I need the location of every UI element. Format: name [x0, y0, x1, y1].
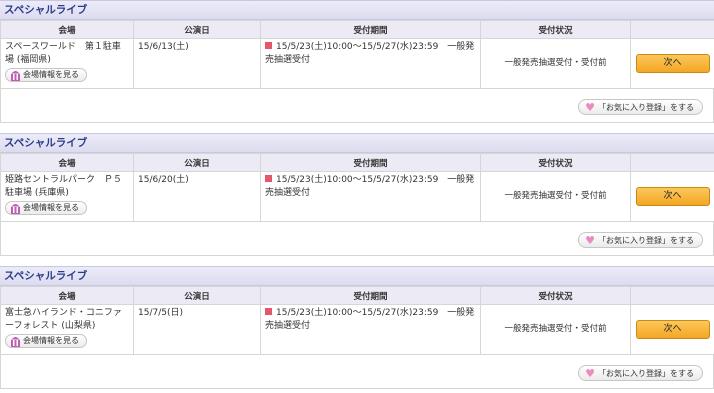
event-table: 会場 公演日 受付期間 受付状況 スペースワールド 第１駐車場 (福岡県) 会場… — [0, 20, 714, 89]
event-block: スペシャルライブ 会場 公演日 受付期間 受付状況 富士急ハイランド・コニファー… — [0, 266, 714, 389]
favorite-button[interactable]: ♥ 「お気に入り登録」をする — [578, 99, 703, 115]
header-status: 受付状況 — [480, 20, 631, 39]
date-cell: 15/7/5(日) — [133, 304, 261, 355]
heart-icon: ♥ — [585, 100, 595, 114]
date-cell: 15/6/13(土) — [133, 38, 261, 89]
header-period: 受付期間 — [260, 286, 481, 305]
section-title: スペシャルライブ — [0, 0, 714, 20]
favorite-label: 「お気に入り登録」をする — [598, 102, 694, 112]
favorite-button[interactable]: ♥ 「お気に入り登録」をする — [578, 232, 703, 248]
favorite-button[interactable]: ♥ 「お気に入り登録」をする — [578, 365, 703, 381]
heart-icon: ♥ — [585, 233, 595, 247]
building-icon — [11, 204, 20, 214]
status-cell: 一般発売抽選受付・受付前 — [480, 38, 631, 89]
period-text: 15/5/23(土)10:00〜15/5/27(水)23:59 一般発売抽選受付 — [265, 175, 475, 198]
event-table: 会場 公演日 受付期間 受付状況 姫路セントラルパーク Ｐ５駐車場 (兵庫県) … — [0, 153, 714, 222]
venue-cell: スペースワールド 第１駐車場 (福岡県) 会場情報を見る — [0, 38, 134, 89]
event-table: 会場 公演日 受付期間 受付状況 富士急ハイランド・コニファーフォレスト (山梨… — [0, 286, 714, 355]
favorite-row: ♥ 「お気に入り登録」をする — [0, 222, 714, 256]
header-venue: 会場 — [0, 286, 134, 305]
header-date: 公演日 — [133, 20, 261, 39]
period-cell: 15/5/23(土)10:00〜15/5/27(水)23:59 一般発売抽選受付 — [260, 171, 481, 222]
venue-info-label: 会場情報を見る — [23, 336, 79, 345]
next-button[interactable]: 次へ — [635, 320, 710, 339]
event-block: スペシャルライブ 会場 公演日 受付期間 受付状況 姫路セントラルパーク Ｐ５駐… — [0, 133, 714, 256]
next-button[interactable]: 次へ — [635, 187, 710, 206]
header-date: 公演日 — [133, 286, 261, 305]
heart-icon: ♥ — [585, 366, 595, 380]
venue-cell: 姫路セントラルパーク Ｐ５駐車場 (兵庫県) 会場情報を見る — [0, 171, 134, 222]
period-cell: 15/5/23(土)10:00〜15/5/27(水)23:59 一般発売抽選受付 — [260, 38, 481, 89]
header-period: 受付期間 — [260, 20, 481, 39]
period-text: 15/5/23(土)10:00〜15/5/27(水)23:59 一般発売抽選受付 — [265, 308, 475, 331]
favorite-label: 「お気に入り登録」をする — [598, 368, 694, 378]
period-cell: 15/5/23(土)10:00〜15/5/27(水)23:59 一般発売抽選受付 — [260, 304, 481, 355]
event-block: スペシャルライブ 会場 公演日 受付期間 受付状況 スペースワールド 第１駐車場… — [0, 0, 714, 123]
square-bullet-icon — [265, 308, 272, 315]
next-button[interactable]: 次へ — [635, 54, 710, 73]
header-action — [630, 286, 714, 305]
building-icon — [11, 337, 20, 347]
header-date: 公演日 — [133, 153, 261, 172]
favorite-row: ♥ 「お気に入り登録」をする — [0, 89, 714, 123]
header-venue: 会場 — [0, 20, 134, 39]
venue-info-button[interactable]: 会場情報を見る — [5, 334, 87, 348]
section-title: スペシャルライブ — [0, 266, 714, 286]
header-status: 受付状況 — [480, 153, 631, 172]
venue-name: スペースワールド 第１駐車場 (福岡県) — [5, 42, 121, 65]
venue-name: 姫路セントラルパーク Ｐ５駐車場 (兵庫県) — [5, 175, 123, 198]
venue-cell: 富士急ハイランド・コニファーフォレスト (山梨県) 会場情報を見る — [0, 304, 134, 355]
favorite-row: ♥ 「お気に入り登録」をする — [0, 355, 714, 389]
action-cell: 次へ — [630, 171, 714, 222]
venue-info-button[interactable]: 会場情報を見る — [5, 68, 87, 82]
venue-info-button[interactable]: 会場情報を見る — [5, 201, 87, 215]
venue-info-label: 会場情報を見る — [23, 203, 79, 212]
status-cell: 一般発売抽選受付・受付前 — [480, 171, 631, 222]
section-title: スペシャルライブ — [0, 133, 714, 153]
header-action — [630, 153, 714, 172]
favorite-label: 「お気に入り登録」をする — [598, 235, 694, 245]
square-bullet-icon — [265, 175, 272, 182]
action-cell: 次へ — [630, 38, 714, 89]
venue-info-label: 会場情報を見る — [23, 70, 79, 79]
square-bullet-icon — [265, 42, 272, 49]
venue-name: 富士急ハイランド・コニファーフォレスト (山梨県) — [5, 308, 122, 331]
header-action — [630, 20, 714, 39]
header-venue: 会場 — [0, 153, 134, 172]
period-text: 15/5/23(土)10:00〜15/5/27(水)23:59 一般発売抽選受付 — [265, 42, 475, 65]
header-period: 受付期間 — [260, 153, 481, 172]
action-cell: 次へ — [630, 304, 714, 355]
header-status: 受付状況 — [480, 286, 631, 305]
building-icon — [11, 71, 20, 81]
date-cell: 15/6/20(土) — [133, 171, 261, 222]
status-cell: 一般発売抽選受付・受付前 — [480, 304, 631, 355]
